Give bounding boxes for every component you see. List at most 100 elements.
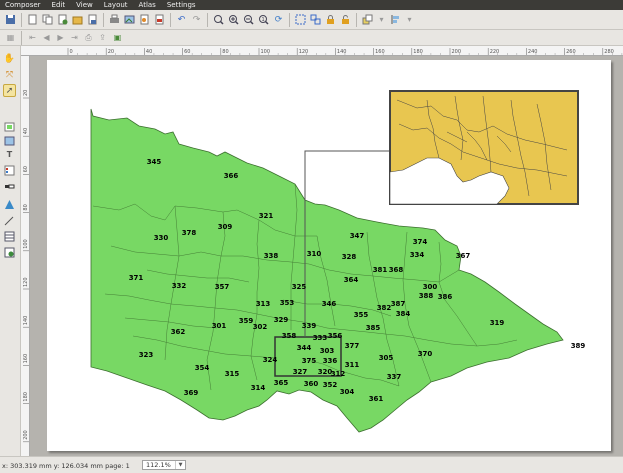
- open-template-icon[interactable]: [71, 13, 84, 26]
- ruler-label: 120: [23, 277, 29, 287]
- ruler-label: 180: [23, 392, 29, 402]
- atlas-settings-icon[interactable]: ▦: [5, 32, 16, 43]
- region-label-385: 385: [366, 324, 381, 332]
- add-map-icon[interactable]: [3, 120, 16, 133]
- region-label-353: 353: [280, 299, 295, 307]
- save-icon[interactable]: [4, 13, 17, 26]
- region-label-374: 374: [413, 238, 428, 246]
- refresh-icon[interactable]: ⟳: [272, 13, 285, 26]
- menu-layout[interactable]: Layout: [104, 0, 128, 10]
- print-icon[interactable]: [108, 13, 121, 26]
- region-label-388: 388: [419, 292, 434, 300]
- ruler-label: 120: [299, 49, 309, 55]
- zoom-value: 112.1%: [146, 461, 171, 469]
- move-content-icon[interactable]: ⤧: [3, 68, 16, 81]
- previous-feature-icon[interactable]: ◀: [41, 32, 52, 43]
- ruler-label: 40: [23, 128, 29, 134]
- atlas-preview-icon[interactable]: ▣: [111, 31, 124, 44]
- zoom-in-icon[interactable]: [227, 13, 240, 26]
- redo-icon[interactable]: ↷: [190, 13, 203, 26]
- zoom-combobox[interactable]: 112.1% ▼: [142, 460, 186, 470]
- align-dropdown-icon[interactable]: ▾: [404, 14, 415, 25]
- region-label-352: 352: [323, 381, 338, 389]
- composer-manager-icon[interactable]: [56, 13, 69, 26]
- pan-icon[interactable]: ✋: [3, 52, 16, 65]
- add-scalebar-icon[interactable]: [3, 180, 16, 193]
- menu-settings[interactable]: Settings: [167, 0, 196, 10]
- select-move-icon[interactable]: ➚: [3, 84, 16, 97]
- ruler-label: 140: [23, 316, 29, 326]
- align-icon[interactable]: [389, 13, 402, 26]
- region-label-382: 382: [377, 304, 392, 312]
- ungroup-icon[interactable]: [309, 13, 322, 26]
- save-template-icon[interactable]: [86, 13, 99, 26]
- last-feature-icon[interactable]: ⇥: [69, 32, 80, 43]
- toolbar-separator: [356, 12, 357, 27]
- region-label-370: 370: [418, 350, 433, 358]
- export-image-icon[interactable]: [123, 13, 136, 26]
- raise-icon[interactable]: [361, 13, 374, 26]
- ruler-label: 20: [23, 90, 29, 96]
- raise-dropdown-icon[interactable]: ▾: [376, 14, 387, 25]
- export-atlas-icon[interactable]: ⇪: [97, 32, 108, 43]
- add-legend-icon[interactable]: [3, 164, 16, 177]
- region-label-325: 325: [292, 283, 307, 291]
- next-feature-icon[interactable]: ▶: [55, 32, 66, 43]
- region-label-357: 357: [215, 283, 230, 291]
- unlock-icon[interactable]: [339, 13, 352, 26]
- region-label-359: 359: [239, 317, 254, 325]
- region-label-333: 333: [313, 334, 328, 342]
- lock-icon[interactable]: [324, 13, 337, 26]
- horizontal-ruler: 0 20 40 60 80 100 120 140 160 180 200 220 240 260 280: [21, 46, 623, 56]
- toolbar-separator: [170, 12, 171, 27]
- region-label-361: 361: [369, 395, 384, 403]
- group-icon[interactable]: [294, 13, 307, 26]
- add-label-icon[interactable]: T: [3, 148, 16, 161]
- region-label-301: 301: [212, 322, 227, 330]
- zoom-actual-icon[interactable]: 1: [257, 13, 270, 26]
- add-table-icon[interactable]: [3, 230, 16, 243]
- status-bar: x: 303.319 mm y: 126.034 mm page: 1 112.…: [0, 456, 623, 473]
- ruler-label: 180: [413, 49, 423, 55]
- region-label-360: 360: [304, 380, 319, 388]
- add-html-icon[interactable]: [3, 246, 16, 259]
- toolbar-separator: [289, 12, 290, 27]
- export-svg-icon[interactable]: [138, 13, 151, 26]
- export-pdf-icon[interactable]: [153, 13, 166, 26]
- region-label-321: 321: [259, 212, 274, 220]
- ruler-label: 260: [566, 49, 576, 55]
- add-arrow-icon[interactable]: [3, 214, 16, 227]
- region-label-309: 309: [218, 223, 233, 231]
- new-composer-icon[interactable]: [26, 13, 39, 26]
- duplicate-composer-icon[interactable]: [41, 13, 54, 26]
- zoom-full-icon[interactable]: [212, 13, 225, 26]
- ruler-label: 0: [70, 49, 73, 55]
- print-atlas-icon[interactable]: ⎙: [83, 32, 94, 43]
- region-label-304: 304: [340, 388, 355, 396]
- region-label-336: 336: [323, 357, 338, 365]
- zoom-out-icon[interactable]: [242, 13, 255, 26]
- ruler-label: 220: [490, 49, 500, 55]
- menu-composer[interactable]: Composer: [5, 0, 41, 10]
- add-image-icon[interactable]: [3, 134, 16, 147]
- first-feature-icon[interactable]: ⇤: [27, 32, 38, 43]
- menu-edit[interactable]: Edit: [52, 0, 66, 10]
- menu-view[interactable]: View: [76, 0, 93, 10]
- chevron-down-icon[interactable]: ▼: [175, 461, 185, 469]
- region-label-310: 310: [307, 250, 322, 258]
- ruler-label: 240: [528, 49, 538, 55]
- region-label-314: 314: [251, 384, 266, 392]
- add-shape-icon[interactable]: [3, 198, 16, 211]
- composer-toolbar: ↶ ↷ 1 ⟳ ▾ ▾: [0, 10, 623, 30]
- region-label-300: 300: [423, 283, 438, 291]
- composer-canvas[interactable]: 345 366 321 330 378 309 347 374 334 367 338 310 328 3…: [30, 56, 623, 456]
- ruler-label: 60: [184, 49, 190, 55]
- region-label-332: 332: [172, 282, 187, 290]
- undo-icon[interactable]: ↶: [175, 13, 188, 26]
- ruler-label: 60: [23, 166, 29, 172]
- map-item[interactable]: 345 366 321 330 378 309 347 374 334 367 338 310 328 3…: [47, 60, 611, 451]
- region-label-334: 334: [410, 251, 425, 259]
- menu-atlas[interactable]: Atlas: [139, 0, 156, 10]
- tools-toolbar: ✋ ⤧ ➚ T: [0, 46, 21, 456]
- region-label-337: 337: [387, 373, 402, 381]
